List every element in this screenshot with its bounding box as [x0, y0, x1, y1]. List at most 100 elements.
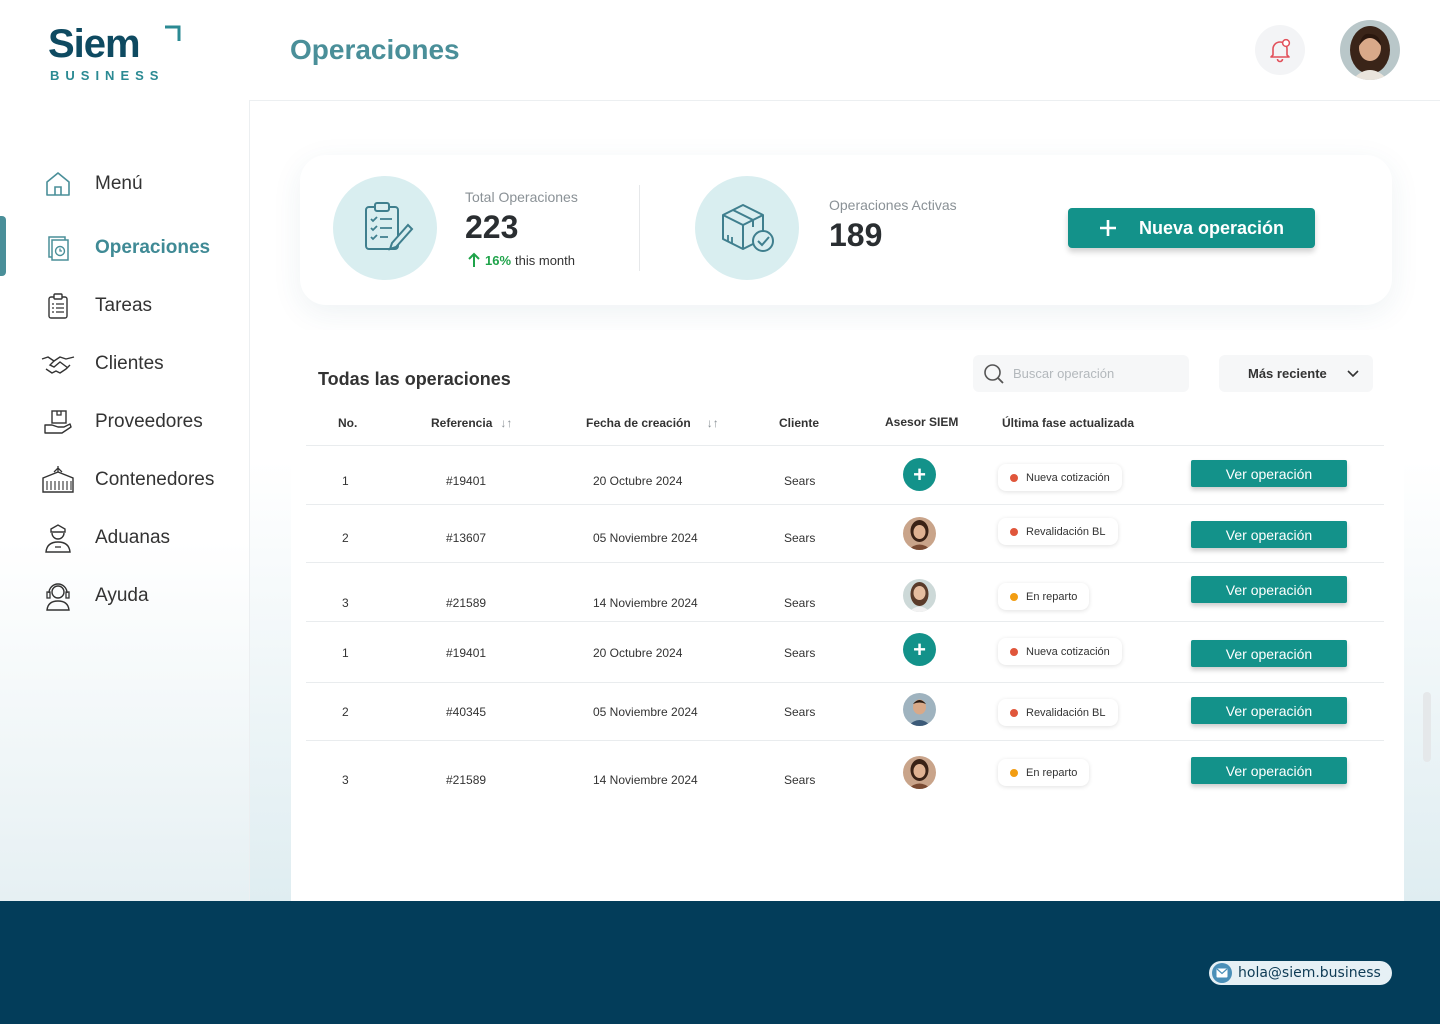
cell-fecha: 14 Noviembre 2024 [593, 773, 698, 787]
supplier-icon [40, 404, 76, 440]
table-row: 1 #19401 20 Octubre 2024 Sears + Nueva c… [306, 446, 1384, 505]
cell-cliente: Sears [784, 474, 816, 488]
trend-text: this month [515, 252, 576, 268]
status-dot [1010, 708, 1018, 717]
scrollbar[interactable] [1423, 692, 1431, 762]
ver-operacion-label: Ver operación [1225, 645, 1313, 662]
support-icon [40, 578, 76, 614]
sidebar-item-tareas[interactable]: Tareas [40, 286, 240, 326]
sidebar-item-label: Clientes [95, 353, 164, 374]
cell-cliente: Sears [784, 705, 816, 719]
ver-operacion-label: Ver operación [1225, 526, 1313, 543]
sidebar-item-clientes[interactable]: Clientes [40, 344, 240, 384]
sort-dropdown-label: Más reciente [1248, 366, 1327, 381]
logo-arrow-icon [165, 25, 181, 41]
new-operation-label: Nueva operación [1138, 217, 1285, 238]
ver-operacion-button[interactable]: Ver operación [1191, 521, 1347, 548]
column-header-label: Cliente [779, 416, 820, 430]
sidebar-item-contenedores[interactable]: Contenedores [40, 460, 240, 500]
ver-operacion-button[interactable]: Ver operación [1191, 697, 1347, 724]
status-dot [1010, 647, 1018, 656]
total-operaciones-value: 223 [465, 209, 519, 245]
cell-fecha: 20 Octubre 2024 [593, 646, 683, 660]
ver-operacion-button[interactable]: Ver operación [1191, 757, 1347, 784]
sort-dropdown[interactable]: Más reciente [1219, 355, 1373, 392]
user-avatar[interactable] [1340, 20, 1400, 80]
cell-no: 1 [342, 474, 349, 488]
phase-badge: Nueva cotización [998, 464, 1122, 491]
table-row: 2 #13607 05 Noviembre 2024 Sears Revalid… [306, 504, 1384, 563]
operaciones-activas-label: Operaciones Activas [829, 197, 957, 213]
cell-fecha: 05 Noviembre 2024 [593, 705, 698, 719]
cell-no: 2 [342, 705, 349, 719]
clipboard-check-icon [333, 176, 437, 280]
user-avatar-image [1340, 20, 1400, 80]
column-header-label: No. [338, 416, 358, 430]
new-operation-button[interactable]: Nueva operación [1068, 208, 1315, 248]
assign-asesor-button[interactable]: + [903, 458, 936, 491]
sidebar-item-label: Proveedores [95, 411, 203, 432]
sort-arrows-icon[interactable]: ↓↑ [707, 416, 719, 430]
email-link[interactable]: hola@siem.business [1209, 961, 1392, 985]
ver-operacion-button[interactable]: Ver operación [1191, 460, 1347, 487]
phase-badge: Revalidación BL [998, 699, 1118, 726]
phase-label: Revalidación BL [1026, 525, 1106, 538]
cell-fecha: 14 Noviembre 2024 [593, 596, 698, 610]
plus-icon [1099, 220, 1116, 236]
status-dot [1010, 527, 1018, 536]
brand-logo[interactable]: Siem BUSINESS [48, 24, 188, 86]
sidebar-item-ayuda[interactable]: Ayuda [40, 576, 240, 616]
asesor-avatar[interactable] [903, 693, 936, 726]
home-icon [40, 166, 76, 202]
phase-badge: Nueva cotización [998, 638, 1122, 665]
sort-arrows-icon[interactable]: ↓↑ [500, 416, 512, 430]
chevron-down-icon [1347, 369, 1359, 377]
sidebar-item-menu[interactable]: Menú [40, 164, 240, 204]
cell-fecha: 20 Octubre 2024 [593, 474, 683, 488]
cell-referencia: #40345 [446, 705, 487, 719]
sidebar-item-proveedores[interactable]: Proveedores [40, 402, 240, 442]
assign-asesor-button[interactable]: + [903, 633, 936, 666]
column-header-label: Asesor SIEM [885, 415, 959, 429]
operaciones-activas-value: 189 [829, 217, 883, 253]
column-header-fecha: Fecha de creación ↓↑ [586, 416, 719, 430]
cell-cliente: Sears [784, 531, 816, 545]
total-operaciones-label: Total Operaciones [465, 189, 578, 205]
asesor-avatar[interactable] [903, 756, 936, 789]
sidebar-item-operaciones[interactable]: Operaciones [40, 228, 240, 268]
phase-badge: En reparto [998, 759, 1090, 786]
plus-icon: + [913, 636, 926, 662]
ver-operacion-button[interactable]: Ver operación [1191, 640, 1347, 667]
sidebar-item-aduanas[interactable]: Aduanas [40, 518, 240, 558]
column-header-label: Fecha de creación [586, 416, 691, 430]
sidebar-item-label: Contenedores [95, 469, 215, 490]
sidebar-item-label: Ayuda [95, 585, 149, 606]
column-header-asesor: Asesor SIEM [885, 415, 958, 429]
search-icon [984, 363, 1004, 384]
cell-referencia: #21589 [446, 773, 487, 787]
cell-cliente: Sears [784, 646, 816, 660]
mail-icon [1212, 963, 1232, 983]
customs-officer-icon [40, 520, 76, 556]
phase-label: Nueva cotización [1026, 645, 1110, 658]
cell-referencia: #13607 [446, 531, 487, 545]
cell-no: 1 [342, 646, 349, 660]
phase-badge: En reparto [998, 583, 1090, 610]
sidebar [0, 100, 250, 901]
phase-label: Nueva cotización [1026, 471, 1110, 484]
table-title: Todas las operaciones [318, 369, 511, 389]
cell-no: 2 [342, 531, 349, 545]
ver-operacion-button[interactable]: Ver operación [1191, 576, 1347, 603]
ver-operacion-label: Ver operación [1225, 762, 1313, 779]
asesor-avatar[interactable] [903, 579, 936, 612]
search-input[interactable] [1013, 366, 1183, 381]
column-header-referencia: Referencia ↓↑ [431, 416, 512, 430]
search-box[interactable] [973, 355, 1189, 392]
cell-referencia: #21589 [446, 596, 487, 610]
cell-fecha: 05 Noviembre 2024 [593, 531, 698, 545]
arrow-up-icon [468, 252, 480, 267]
asesor-avatar[interactable] [903, 517, 936, 550]
phase-label: Revalidación BL [1026, 706, 1106, 719]
notifications-button[interactable] [1255, 25, 1305, 75]
cell-cliente: Sears [784, 596, 816, 610]
